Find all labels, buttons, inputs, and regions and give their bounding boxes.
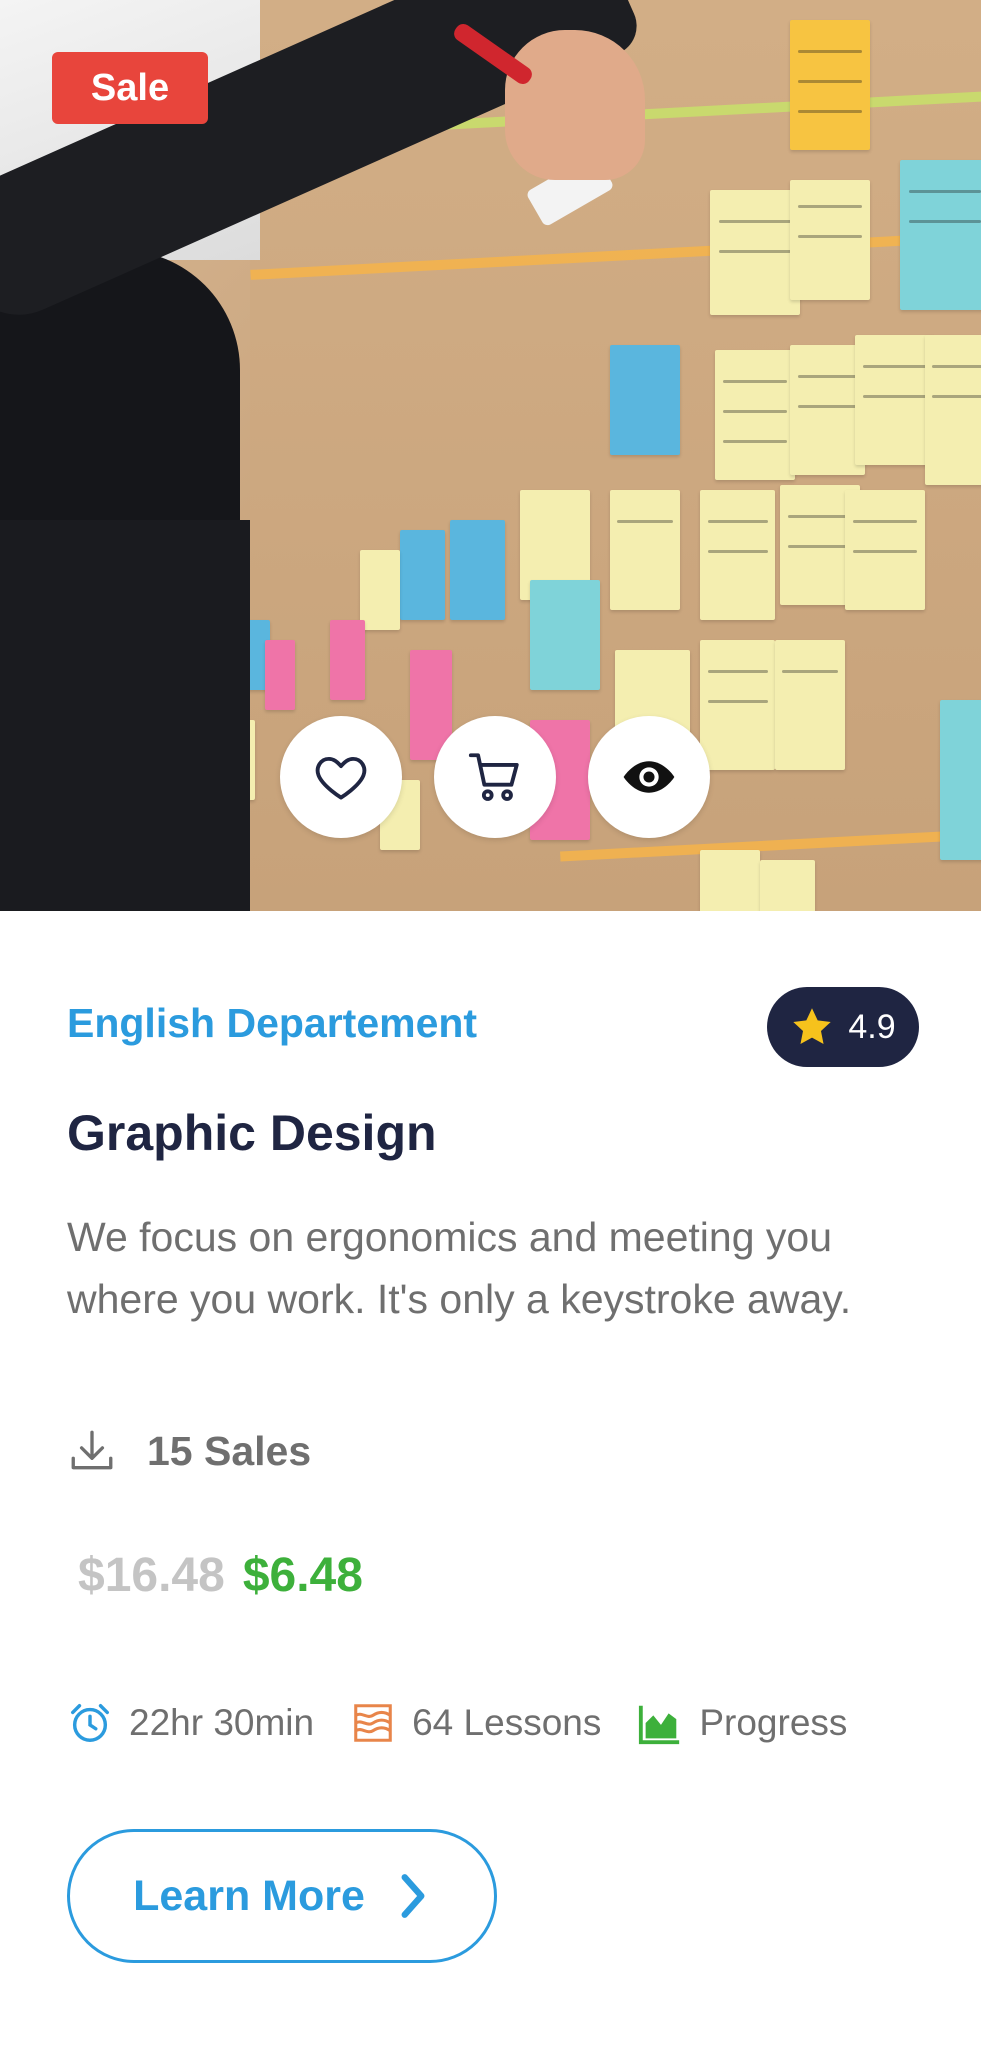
lessons-label: 64 Lessons bbox=[412, 1702, 602, 1743]
sales-label: 15 Sales bbox=[147, 1427, 312, 1474]
sticky-note bbox=[790, 345, 865, 475]
area-chart-icon bbox=[639, 1705, 680, 1745]
sticky-note bbox=[265, 640, 295, 710]
sticky-note bbox=[700, 640, 775, 770]
add-to-cart-button[interactable] bbox=[434, 716, 556, 838]
sales-count: 15 Sales bbox=[67, 1426, 311, 1476]
course-description: We focus on ergonomics and meeting you w… bbox=[67, 1214, 852, 1322]
sticky-note bbox=[790, 180, 870, 300]
sticky-note bbox=[450, 520, 505, 620]
sale-price: $6.48 bbox=[242, 1549, 363, 1602]
sticky-note bbox=[715, 350, 795, 480]
sticky-note bbox=[775, 640, 845, 770]
lessons-info: 64 Lessons bbox=[350, 1700, 601, 1746]
sticky-note bbox=[610, 490, 680, 610]
person-hand bbox=[505, 30, 645, 180]
course-title[interactable]: Graphic Design bbox=[67, 1104, 437, 1162]
course-meta: 22hr 30min 64 Lessons Progress bbox=[67, 1700, 883, 1746]
wishlist-button[interactable] bbox=[280, 716, 402, 838]
sticky-note bbox=[330, 620, 365, 700]
sticky-note bbox=[360, 550, 400, 630]
sticky-note bbox=[610, 345, 680, 455]
original-price: $16.48 bbox=[78, 1549, 225, 1602]
cart-icon bbox=[468, 753, 519, 801]
heart-icon bbox=[315, 756, 367, 800]
sticky-note bbox=[940, 700, 981, 860]
sticky-note bbox=[700, 490, 775, 620]
alarm-clock-icon bbox=[71, 1704, 109, 1742]
department-link[interactable]: English Departement bbox=[67, 1000, 477, 1047]
course-card: Sale English Departement 4.9 Graphic Des… bbox=[0, 0, 981, 2058]
rating-value: 4.9 bbox=[848, 1007, 896, 1046]
sticky-note bbox=[900, 160, 981, 310]
learn-more-button[interactable]: Learn More bbox=[67, 1829, 497, 1963]
sticky-note bbox=[845, 490, 925, 610]
progress-info: Progress bbox=[637, 1700, 847, 1746]
sticky-note bbox=[790, 20, 870, 150]
layers-icon bbox=[354, 1704, 392, 1742]
sticky-note bbox=[925, 335, 981, 485]
download-icon bbox=[71, 1430, 113, 1470]
sale-badge: Sale bbox=[52, 52, 208, 124]
chevron-right-icon bbox=[401, 1874, 425, 1918]
quick-view-button[interactable] bbox=[588, 716, 710, 838]
sticky-note bbox=[855, 335, 935, 465]
duration-label: 22hr 30min bbox=[129, 1702, 315, 1743]
star-icon bbox=[793, 1008, 832, 1045]
sticky-note bbox=[530, 580, 600, 690]
course-image[interactable]: Sale bbox=[0, 0, 981, 911]
sticky-note bbox=[710, 190, 800, 315]
duration-info: 22hr 30min bbox=[67, 1700, 314, 1746]
price-block: $16.48 $6.48 bbox=[78, 1548, 363, 1603]
quick-actions bbox=[280, 716, 710, 838]
learn-more-label: Learn More bbox=[133, 1871, 365, 1920]
sticky-note bbox=[700, 850, 760, 911]
eye-icon bbox=[623, 761, 675, 793]
sticky-note bbox=[400, 530, 445, 620]
sticky-note bbox=[760, 860, 815, 911]
person-sleeve bbox=[0, 520, 250, 911]
rating-badge: 4.9 bbox=[767, 987, 919, 1067]
progress-label: Progress bbox=[699, 1702, 848, 1743]
